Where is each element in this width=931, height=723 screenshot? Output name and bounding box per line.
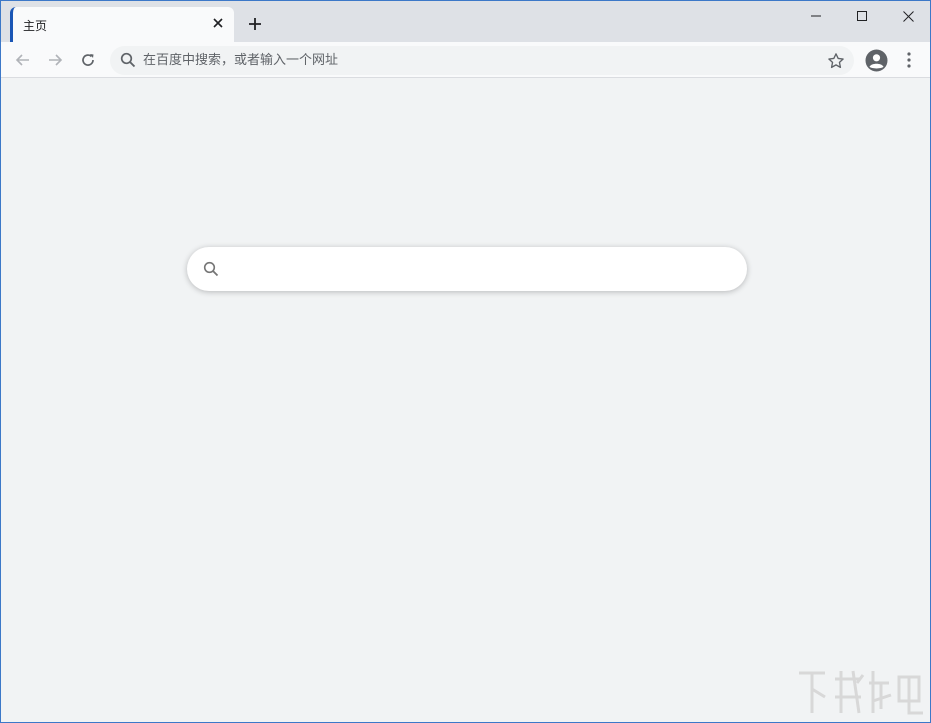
page-search-box[interactable] <box>187 247 747 291</box>
window-close-button[interactable] <box>893 5 923 27</box>
reload-button[interactable] <box>76 48 100 72</box>
close-icon <box>902 10 914 22</box>
arrow-left-icon <box>15 54 29 66</box>
more-vert-icon <box>907 52 911 68</box>
page-search-input[interactable] <box>231 255 727 283</box>
tab-strip: 主页 <box>1 1 930 42</box>
toolbar <box>1 42 930 78</box>
forward-button[interactable] <box>43 48 67 72</box>
arrow-right-icon <box>49 54 63 66</box>
tab-close-icon[interactable] <box>210 15 226 31</box>
tab-home[interactable]: 主页 <box>10 7 234 42</box>
plus-icon <box>249 18 261 30</box>
back-button[interactable] <box>11 48 35 72</box>
avatar-icon <box>865 49 888 72</box>
bookmark-button[interactable] <box>826 51 846 71</box>
menu-button[interactable] <box>899 49 919 71</box>
browser-window: 主页 <box>0 0 931 723</box>
maximize-icon <box>857 11 867 21</box>
search-icon <box>120 52 136 68</box>
minimize-button[interactable] <box>801 5 831 27</box>
tab-title: 主页 <box>23 19 48 33</box>
search-icon <box>203 261 219 277</box>
star-icon <box>828 53 844 69</box>
profile-button[interactable] <box>865 49 888 72</box>
maximize-button[interactable] <box>847 5 877 27</box>
minimize-icon <box>811 15 821 17</box>
reload-icon <box>82 54 94 66</box>
address-bar[interactable] <box>110 46 854 75</box>
address-input[interactable] <box>143 49 803 72</box>
new-tab-button[interactable] <box>245 14 265 34</box>
watermark-logo <box>799 670 923 715</box>
